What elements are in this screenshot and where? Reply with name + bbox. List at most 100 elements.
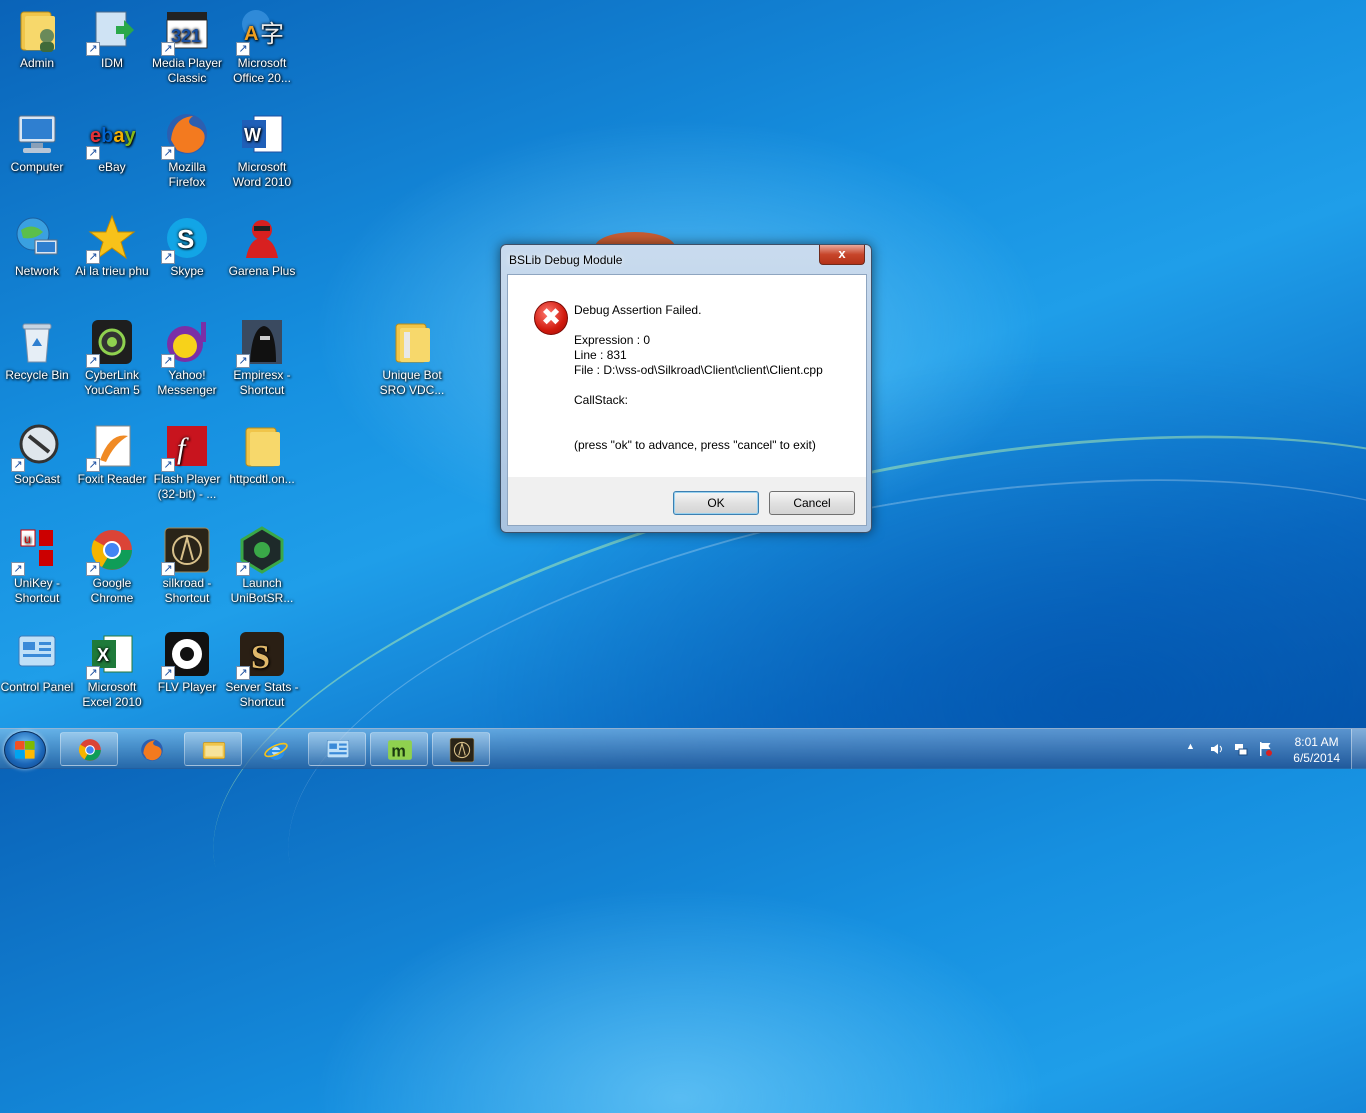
desktop-icon-flv-player[interactable]: ↗ FLV Player <box>150 630 224 695</box>
show-hidden-icons-button[interactable]: ▲ <box>1186 741 1195 781</box>
icon-label: FLV Player <box>157 680 217 694</box>
icon-label: Microsoft Office 20... <box>233 56 291 85</box>
svg-text:ebay: ebay <box>90 125 136 147</box>
skype-icon: S ↗ <box>161 214 211 264</box>
desktop-icon-flash-player[interactable]: f ↗ Flash Player (32-bit) - ... <box>150 422 224 502</box>
icon-label: Server Stats - Shortcut <box>225 680 299 709</box>
ebay-icon: ebay ↗ <box>86 110 136 160</box>
shortcut-arrow-icon: ↗ <box>11 562 25 576</box>
desktop-icon-media-player-classic[interactable]: 321 ↗ Media Player Classic <box>150 6 224 86</box>
file-text: File : D:\vss-od\Silkroad\Client\client\… <box>574 363 823 377</box>
desktop-icon-idm[interactable]: ↗ IDM <box>75 6 149 71</box>
computer-icon <box>13 110 61 158</box>
icon-label: Launch UniBotSR... <box>230 576 294 605</box>
unibot-icon: ↗ <box>236 526 286 576</box>
svg-text:S: S <box>177 224 194 254</box>
desktop-icon-ebay[interactable]: ebay ↗ eBay <box>75 110 149 175</box>
shortcut-arrow-icon: ↗ <box>161 146 175 160</box>
icon-label: SopCast <box>13 472 61 486</box>
taskbar-unibot[interactable]: m <box>370 732 428 766</box>
webcam-icon: ↗ <box>86 318 136 368</box>
shortcut-arrow-icon: ↗ <box>161 562 175 576</box>
shortcut-arrow-icon: ↗ <box>86 458 100 472</box>
desktop-icon-admin[interactable]: Admin <box>0 6 74 71</box>
desktop-icon-silkroad[interactable]: ↗ silkroad - Shortcut <box>150 526 224 606</box>
desktop-icon-microsoft-office[interactable]: 字A ↗ Microsoft Office 20... <box>225 6 299 86</box>
shortcut-arrow-icon: ↗ <box>161 42 175 56</box>
icon-label: Skype <box>170 264 204 278</box>
desktop-icon-unique-bot[interactable]: Unique Bot SRO VDC... <box>375 318 449 398</box>
clock-date: 6/5/2014 <box>1293 751 1340 765</box>
flv-player-icon: ↗ <box>161 630 211 680</box>
clock-time: 8:01 AM <box>1294 735 1339 749</box>
desktop-icon-empiresx[interactable]: ↗ Empiresx - Shortcut <box>225 318 299 398</box>
shortcut-arrow-icon: ↗ <box>161 666 175 680</box>
taskbar-explorer[interactable] <box>184 732 242 766</box>
shortcut-arrow-icon: ↗ <box>161 250 175 264</box>
shortcut-arrow-icon: ↗ <box>86 250 100 264</box>
taskbar-chrome[interactable] <box>60 732 118 766</box>
desktop-icon-google-chrome[interactable]: ↗ Google Chrome <box>75 526 149 606</box>
word-icon: W <box>238 110 286 158</box>
icon-label: Computer <box>10 160 64 174</box>
close-button[interactable]: x <box>819 245 865 265</box>
cancel-button[interactable]: Cancel <box>769 491 855 515</box>
taskbar-silkroad[interactable] <box>432 732 490 766</box>
icon-label: Mozilla Firefox <box>168 160 206 189</box>
desktop-icon-mozilla-firefox[interactable]: ↗ Mozilla Firefox <box>150 110 224 190</box>
taskbar-internet-explorer[interactable] <box>246 732 304 766</box>
icon-label: Microsoft Excel 2010 <box>82 680 142 709</box>
svg-text:W: W <box>244 125 261 145</box>
show-desktop-button[interactable] <box>1351 729 1366 769</box>
expression-text: Expression : 0 <box>574 333 651 347</box>
desktop-icon-recycle-bin[interactable]: Recycle Bin <box>0 318 74 383</box>
svg-text:u: u <box>24 532 31 546</box>
desktop-icon-httpcdtl[interactable]: httpcdtl.on... <box>225 422 299 487</box>
desktop-icon-youcam[interactable]: ↗ CyberLink YouCam 5 <box>75 318 149 398</box>
desktop-icon-garena-plus[interactable]: Garena Plus <box>225 214 299 279</box>
action-center-flag-icon[interactable] <box>1258 741 1272 757</box>
desktop-icon-skype[interactable]: S ↗ Skype <box>150 214 224 279</box>
svg-text:321: 321 <box>171 26 201 46</box>
desktop-icon-excel-2010[interactable]: X ↗ Microsoft Excel 2010 <box>75 630 149 710</box>
icon-label: Unique Bot SRO VDC... <box>379 368 445 397</box>
desktop-icon-ai-la-trieu-phu[interactable]: ↗ Ai la trieu phu <box>75 214 149 279</box>
shortcut-arrow-icon: ↗ <box>236 562 250 576</box>
icon-label: eBay <box>98 160 126 174</box>
desktop-icon-unikey[interactable]: u ↗ UniKey - Shortcut <box>0 526 74 606</box>
desktop-icon-server-stats[interactable]: S ↗ Server Stats - Shortcut <box>225 630 299 710</box>
desktop-icon-control-panel[interactable]: Control Panel <box>0 630 74 695</box>
icon-label: Recycle Bin <box>5 368 69 382</box>
desktop-icon-foxit-reader[interactable]: ↗ Foxit Reader <box>75 422 149 487</box>
shortcut-arrow-icon: ↗ <box>11 458 25 472</box>
system-clock[interactable]: 8:01 AM 6/5/2014 <box>1293 734 1340 766</box>
shortcut-arrow-icon: ↗ <box>86 666 100 680</box>
icon-label: Network <box>14 264 59 278</box>
desktop-icon-computer[interactable]: Computer <box>0 110 74 175</box>
silkroad-icon <box>449 737 475 763</box>
shortcut-arrow-icon: ↗ <box>86 146 100 160</box>
icon-label: Admin <box>19 56 54 70</box>
desktop-icon-launch-unibot[interactable]: ↗ Launch UniBotSR... <box>225 526 299 606</box>
network-tray-icon[interactable] <box>1234 742 1248 756</box>
desktop-icon-sopcast[interactable]: ↗ SopCast <box>0 422 74 487</box>
dialog-footer: OK Cancel <box>507 477 867 526</box>
icon-label: Media Player Classic <box>151 56 223 85</box>
icon-label: httpcdtl.on... <box>229 472 295 486</box>
unikey-icon: u ↗ <box>11 526 61 576</box>
ok-button[interactable]: OK <box>673 491 759 515</box>
icon-label: Empiresx - Shortcut <box>233 368 291 397</box>
svg-text:m: m <box>391 743 405 761</box>
desktop-icon-network[interactable]: Network <box>0 214 74 279</box>
taskbar-control-panel[interactable] <box>308 732 366 766</box>
desktop-icon-yahoo-messenger[interactable]: ↗ Yahoo! Messenger <box>150 318 224 398</box>
icon-label: IDM <box>101 56 123 70</box>
volume-icon[interactable] <box>1210 742 1224 756</box>
start-button[interactable] <box>4 731 46 769</box>
icon-label: Flash Player (32-bit) - ... <box>153 472 221 501</box>
taskbar-firefox[interactable] <box>122 732 180 766</box>
svg-text:S: S <box>251 639 270 676</box>
desktop-icon-word-2010[interactable]: W Microsoft Word 2010 <box>225 110 299 190</box>
assertion-heading: Debug Assertion Failed. <box>574 303 702 317</box>
network-globe-icon <box>13 214 61 262</box>
